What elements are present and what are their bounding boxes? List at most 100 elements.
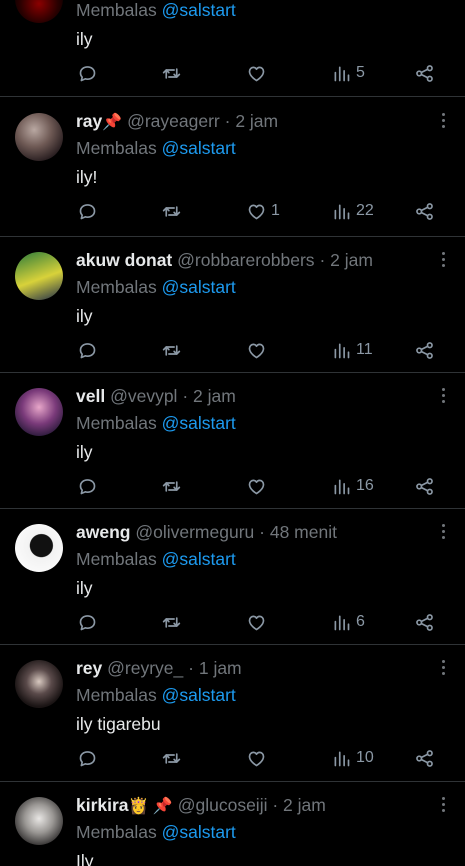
retweet-icon [162,67,181,79]
reply-button[interactable] [77,608,98,636]
display-name[interactable]: vell [76,386,105,406]
reply-button[interactable] [77,197,98,225]
views-icon [334,751,350,766]
username[interactable]: @rayeagerr [127,111,220,131]
tweet[interactable]: aweng @olivermeguru · 48 menit Membalas … [0,508,465,644]
mention-link[interactable]: @salstart [162,685,236,705]
mention-link[interactable]: @salstart [162,0,236,20]
tweet[interactable]: kirkira👸 📌 @glucoseiji · 2 jam Membalas … [0,781,465,866]
share-button[interactable] [414,336,435,364]
tweet[interactable]: akuw donat @robbarerobbers · 2 jam Memba… [0,236,465,372]
username[interactable]: @vevypl [110,386,177,406]
timestamp[interactable]: · 2 jam [225,111,278,131]
share-button[interactable] [414,472,435,500]
timestamp[interactable]: · 2 jam [319,250,372,270]
tweet[interactable]: Membalas @salstart ily 5 [0,0,465,96]
views-icon [334,479,350,494]
like-button[interactable] [246,472,271,500]
mention-link[interactable]: @salstart [162,413,236,433]
display-name[interactable]: ray [76,111,102,131]
views-button[interactable]: 6 [331,608,365,636]
more-options-button[interactable] [439,250,447,272]
timestamp[interactable]: · 2 jam [272,795,325,815]
reply-icon [79,614,96,630]
views-icon [334,615,350,630]
retweet-button[interactable] [161,608,182,636]
action-bar: 10 [0,744,465,772]
share-button[interactable] [414,744,435,772]
avatar[interactable] [15,0,63,23]
more-options-button[interactable] [439,522,447,544]
tweet-header: rey @reyrye_ · 1 jam [76,658,242,679]
share-icon [416,613,433,631]
share-button[interactable] [414,59,435,87]
like-button[interactable] [246,59,271,87]
display-name[interactable]: aweng [76,522,130,542]
mention-link[interactable]: @salstart [162,822,236,842]
tweet[interactable]: rey @reyrye_ · 1 jam Membalas @salstart … [0,644,465,780]
views-button[interactable]: 11 [331,336,373,364]
avatar[interactable] [15,797,63,845]
tweet-text: ily [76,578,93,598]
timestamp[interactable]: · 2 jam [182,386,235,406]
retweet-button[interactable] [161,59,182,87]
tweet[interactable]: ray📌 @rayeagerr · 2 jam Membalas @salsta… [0,97,465,233]
action-bar: 6 [0,608,465,636]
avatar[interactable] [15,252,63,300]
views-icon [334,66,350,81]
username[interactable]: @glucoseiji [178,795,268,815]
view-count: 5 [356,64,365,81]
like-button[interactable] [246,744,271,772]
mention-link[interactable]: @salstart [162,277,236,297]
tweet-header: kirkira👸 📌 @glucoseiji · 2 jam [76,795,326,816]
more-options-button[interactable] [439,386,447,408]
tweet[interactable]: vell @vevypl · 2 jam Membalas @salstart … [0,372,465,508]
username[interactable]: @reyrye_ [107,658,183,678]
reply-button[interactable] [77,744,98,772]
views-button[interactable]: 10 [331,744,374,772]
tweet-text: ily [76,306,93,326]
like-icon [248,751,265,766]
more-options-button[interactable] [439,658,447,680]
reply-button[interactable] [77,59,98,87]
mention-link[interactable]: @salstart [162,549,236,569]
like-icon [248,615,265,630]
views-button[interactable]: 16 [331,472,374,500]
avatar[interactable] [15,113,63,161]
share-button[interactable] [414,197,435,225]
retweet-button[interactable] [161,197,182,225]
mention-link[interactable]: @salstart [162,138,236,158]
reply-context: Membalas @salstart [76,822,236,843]
more-options-button[interactable] [439,111,447,133]
display-name[interactable]: kirkira [76,795,129,815]
like-button[interactable] [246,336,271,364]
retweet-button[interactable] [161,472,182,500]
reply-button[interactable] [77,336,98,364]
display-name[interactable]: akuw donat [76,250,172,270]
avatar[interactable] [15,388,63,436]
retweet-button[interactable] [161,744,182,772]
username[interactable]: @robbarerobbers [177,250,314,270]
more-options-button[interactable] [439,795,447,817]
username[interactable]: @olivermeguru [135,522,254,542]
reply-prefix: Membalas [76,0,157,20]
views-button[interactable]: 22 [331,197,374,225]
timestamp[interactable]: · 1 jam [188,658,241,678]
like-button[interactable] [246,608,271,636]
display-name[interactable]: rey [76,658,102,678]
timestamp[interactable]: · 48 menit [259,522,337,542]
avatar[interactable] [15,524,63,572]
retweet-button[interactable] [161,336,182,364]
share-icon [416,749,433,767]
like-icon [248,479,265,494]
share-button[interactable] [414,608,435,636]
avatar[interactable] [15,660,63,708]
reply-prefix: Membalas [76,413,157,433]
tweet-header: aweng @olivermeguru · 48 menit [76,522,337,543]
reply-icon [79,65,96,81]
like-button[interactable]: 1 [246,197,280,225]
reply-button[interactable] [77,472,98,500]
views-button[interactable]: 5 [331,59,365,87]
reply-icon [79,750,96,766]
reply-prefix: Membalas [76,549,157,569]
